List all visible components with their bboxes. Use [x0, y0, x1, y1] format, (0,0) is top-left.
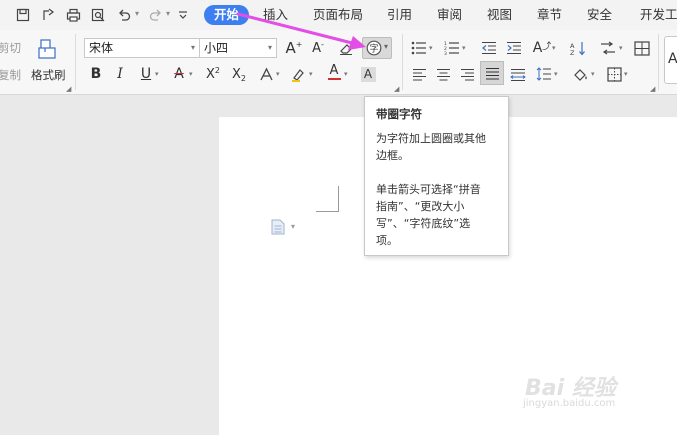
- group-separator: [402, 34, 403, 90]
- align-right-icon[interactable]: [457, 64, 477, 84]
- copy-button[interactable]: 复制: [0, 67, 21, 83]
- tab-security[interactable]: 安全: [587, 5, 612, 25]
- tooltip-line: 写”、“字符底纹”选: [376, 217, 471, 230]
- save-icon[interactable]: [13, 5, 33, 25]
- chevron-down-icon[interactable]: ▾: [189, 70, 193, 78]
- bullet-list-icon[interactable]: [409, 38, 429, 58]
- group-separator: [658, 34, 659, 90]
- annotation-arrow: [232, 0, 372, 60]
- align-center-icon[interactable]: [433, 64, 453, 84]
- chevron-down-icon: ▾: [190, 43, 195, 52]
- bold-icon[interactable]: B: [86, 64, 106, 84]
- margin-corner-mark: [316, 186, 339, 212]
- table-tool-icon[interactable]: [632, 38, 652, 58]
- svg-text:Z: Z: [570, 49, 575, 56]
- superscript-icon[interactable]: X2: [203, 64, 223, 84]
- font-size-value: 小四: [204, 41, 229, 55]
- chevron-down-icon[interactable]: ▾: [309, 70, 313, 78]
- tab-review[interactable]: 审阅: [437, 5, 462, 25]
- strikethrough-icon[interactable]: A: [169, 64, 189, 84]
- text-effect-icon[interactable]: [256, 64, 276, 84]
- undo-dropdown-icon[interactable]: ▾: [135, 9, 139, 18]
- italic-icon[interactable]: I: [110, 64, 130, 84]
- print-icon[interactable]: [63, 5, 83, 25]
- document-icon[interactable]: [271, 219, 285, 235]
- print-preview-icon[interactable]: [88, 5, 108, 25]
- highlight-icon[interactable]: [288, 64, 308, 84]
- increase-indent-icon[interactable]: [504, 38, 524, 58]
- tooltip-line: 指南”、“更改大小: [376, 200, 465, 213]
- redo-icon[interactable]: [146, 5, 166, 25]
- change-case-icon[interactable]: A ⤴: [532, 38, 552, 58]
- show-hide-marks-icon[interactable]: [598, 38, 618, 58]
- chevron-down-icon[interactable]: ▾: [276, 70, 280, 78]
- tab-view[interactable]: 视图: [487, 5, 512, 25]
- format-painter-label[interactable]: 格式刷: [31, 67, 66, 83]
- group-separator: [75, 34, 76, 90]
- chevron-down-icon[interactable]: ▾: [344, 70, 348, 78]
- styles-gallery-icon[interactable]: A: [664, 36, 677, 84]
- font-color-icon[interactable]: A: [324, 62, 344, 82]
- numbered-list-icon[interactable]: 123: [442, 38, 462, 58]
- chevron-down-icon[interactable]: ▾: [554, 70, 558, 78]
- subscript-icon[interactable]: X2: [229, 64, 249, 84]
- undo-icon[interactable]: [114, 5, 134, 25]
- fill-color-icon[interactable]: [570, 64, 590, 84]
- font-name-select[interactable]: 宋体 ▾: [84, 38, 200, 58]
- tooltip-line: 为字符加上圆圈或其他: [376, 132, 486, 145]
- chevron-down-icon[interactable]: ▾: [384, 42, 388, 51]
- tab-sections[interactable]: 章节: [537, 5, 562, 25]
- underline-icon[interactable]: U: [136, 64, 156, 84]
- line-spacing-icon[interactable]: [534, 64, 554, 84]
- clipboard-launcher-icon[interactable]: ◢: [66, 85, 71, 93]
- cut-button[interactable]: 剪切: [0, 40, 21, 56]
- font-name-value: 宋体: [89, 41, 114, 55]
- distributed-align-icon[interactable]: [508, 64, 528, 84]
- tab-references[interactable]: 引用: [387, 5, 412, 25]
- chevron-down-icon[interactable]: ▾: [552, 44, 556, 52]
- chevron-down-icon[interactable]: ▾: [591, 70, 595, 78]
- tooltip-line: 边框。: [376, 149, 409, 162]
- tooltip-line: 项。: [376, 234, 398, 247]
- chevron-down-icon[interactable]: ▾: [619, 44, 623, 52]
- chevron-down-icon[interactable]: ▾: [624, 70, 628, 78]
- export-icon[interactable]: [38, 5, 58, 25]
- chevron-down-icon[interactable]: ▾: [462, 44, 466, 52]
- tooltip: 带圈字符 为字符加上圆圈或其他 边框。 单击箭头可选择“拼音 指南”、“更改大小…: [364, 96, 509, 256]
- svg-text:3: 3: [444, 51, 447, 55]
- watermark-url: jingyan.baidu.com: [523, 398, 616, 409]
- paragraph-launcher-icon[interactable]: ◢: [650, 85, 655, 93]
- sort-icon[interactable]: AZ: [568, 38, 588, 58]
- tooltip-line: 单击箭头可选择“拼音: [376, 183, 481, 196]
- font-launcher-icon[interactable]: ◢: [394, 85, 399, 93]
- redo-dropdown-icon[interactable]: ▾: [166, 9, 170, 18]
- format-painter-icon[interactable]: [37, 38, 59, 62]
- tab-developer[interactable]: 开发工具: [640, 5, 677, 25]
- chevron-down-icon[interactable]: ▾: [155, 70, 159, 78]
- justify-icon[interactable]: [480, 61, 504, 85]
- decrease-indent-icon[interactable]: [479, 38, 499, 58]
- customize-toolbar-icon[interactable]: [173, 5, 193, 25]
- character-shading-icon[interactable]: A: [358, 64, 378, 84]
- align-left-icon[interactable]: [409, 64, 429, 84]
- tooltip-title: 带圈字符: [376, 107, 422, 121]
- chevron-down-icon[interactable]: ▾: [291, 222, 295, 231]
- baidu-watermark: Bai 经验 jingyan.baidu.com: [519, 362, 639, 422]
- borders-icon[interactable]: [604, 64, 624, 84]
- chevron-down-icon[interactable]: ▾: [429, 44, 433, 52]
